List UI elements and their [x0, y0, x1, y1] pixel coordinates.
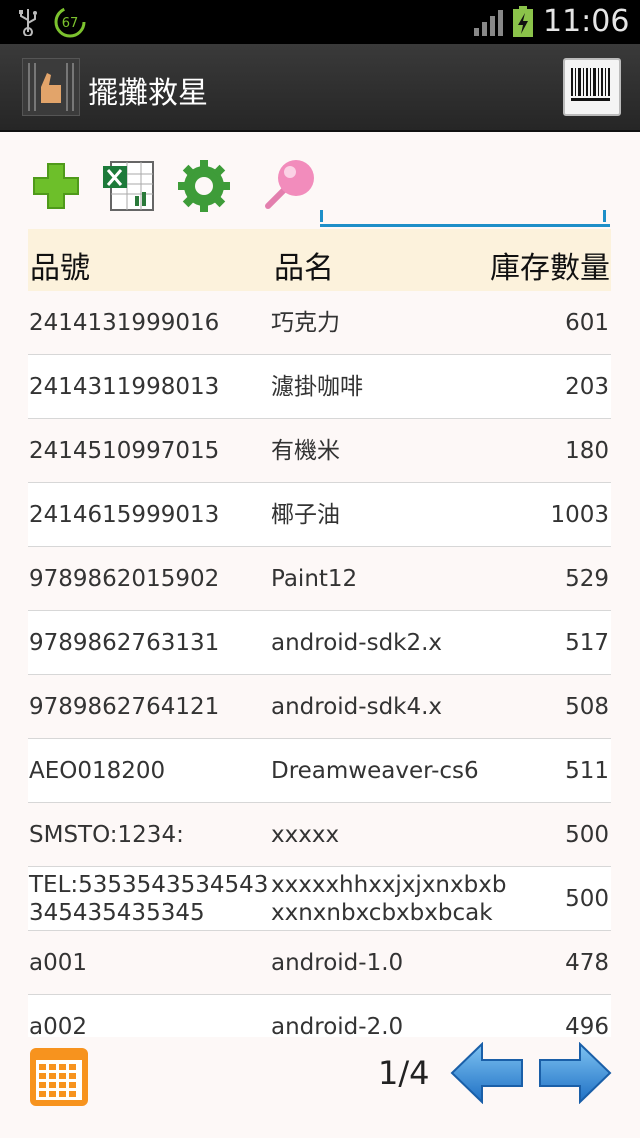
- cell-item-name: android-2.0: [271, 1014, 404, 1037]
- table-row[interactable]: 2414615999013 椰子油 1003: [28, 483, 611, 547]
- cell-item-id: a001: [29, 950, 87, 976]
- table-row[interactable]: TEL:5353543534543 345435435345 xxxxxhhxxj…: [28, 867, 611, 931]
- cell-item-quantity: 517: [565, 630, 609, 656]
- table-row[interactable]: 9789862764121 android-sdk4.x 508: [28, 675, 611, 739]
- search-input-edge-right: [603, 210, 606, 222]
- cell-item-quantity: 496: [565, 1014, 609, 1037]
- search-input-edge-left: [320, 210, 323, 222]
- table-row[interactable]: a001 android-1.0 478: [28, 931, 611, 995]
- search-input[interactable]: [320, 178, 610, 227]
- cell-item-quantity: 180: [565, 438, 609, 464]
- cell-item-name: Paint12: [271, 566, 358, 592]
- table-row[interactable]: AEO018200 Dreamweaver-cs6 511: [28, 739, 611, 803]
- cell-item-name: 濾掛咖啡: [271, 374, 363, 400]
- column-header-id: 品號: [30, 251, 90, 286]
- page-indicator: 1/4: [378, 1054, 430, 1092]
- table-header: 品號 品名 庫存數量: [28, 229, 611, 291]
- search-button[interactable]: [258, 158, 314, 214]
- cell-item-quantity: 529: [565, 566, 609, 592]
- barcode-scan-button[interactable]: [563, 58, 621, 116]
- cell-item-id: a002: [29, 1014, 87, 1037]
- excel-export-button[interactable]: [101, 158, 157, 214]
- table-row[interactable]: SMSTO:1234: xxxxx 500: [28, 803, 611, 867]
- calendar-icon: [30, 1048, 88, 1106]
- cell-item-name: 椰子油: [271, 502, 340, 528]
- cell-item-quantity: 1003: [550, 502, 609, 528]
- settings-button[interactable]: [176, 158, 232, 214]
- cell-item-name: xxxxxhhxxjxjxnxbxb xxnxnbxcbxbxbcak: [271, 872, 507, 926]
- cell-item-id: 2414510997015: [29, 438, 220, 464]
- arrow-right-icon: [539, 1041, 612, 1105]
- cell-item-id: AEO018200: [29, 758, 166, 784]
- cell-item-id: 2414311998013: [29, 374, 220, 400]
- cell-item-quantity: 203: [565, 374, 609, 400]
- cell-item-name: xxxxx: [271, 822, 340, 848]
- cell-item-id: 9789862015902: [29, 566, 220, 592]
- arrow-left-icon: [450, 1041, 523, 1105]
- usb-icon: [19, 9, 37, 36]
- table-row[interactable]: 2414131999016 巧克力 601: [28, 291, 611, 355]
- table-row[interactable]: 2414311998013 濾掛咖啡 203: [28, 355, 611, 419]
- cell-item-quantity: 500: [565, 822, 609, 848]
- cell-item-name: Dreamweaver-cs6: [271, 758, 479, 784]
- column-header-quantity: 庫存數量: [490, 251, 610, 286]
- excel-icon: [103, 161, 154, 211]
- barcode-icon: [571, 68, 610, 101]
- inventory-list[interactable]: 2414131999016 巧克力 601 2414311998013 濾掛咖啡 203 2…: [28, 291, 611, 1037]
- badge-count: 67: [62, 16, 79, 31]
- previous-page-button[interactable]: [450, 1041, 524, 1105]
- table-row[interactable]: 9789862015902 Paint12 529: [28, 547, 611, 611]
- app-icon: [22, 58, 80, 116]
- battery-charging-icon: [513, 6, 533, 37]
- cell-item-id: 2414131999016: [29, 310, 220, 336]
- cell-item-id: TEL:5353543534543 345435435345: [29, 872, 269, 926]
- cell-item-name: android-sdk4.x: [271, 694, 443, 720]
- cell-item-id: 9789862763131: [29, 630, 220, 656]
- table-row[interactable]: a002 android-2.0 496: [28, 995, 611, 1037]
- cell-item-quantity: 478: [565, 950, 609, 976]
- cell-item-name: android-1.0: [271, 950, 404, 976]
- calendar-button[interactable]: [28, 1046, 90, 1108]
- column-header-name: 品名: [274, 251, 334, 286]
- cell-item-id: 2414615999013: [29, 502, 220, 528]
- cell-item-quantity: 601: [565, 310, 609, 336]
- next-page-button[interactable]: [538, 1041, 612, 1105]
- cell-item-id: 9789862764121: [29, 694, 220, 720]
- plus-icon: [33, 163, 79, 209]
- cell-item-name: 有機米: [271, 438, 340, 464]
- app-title: 擺攤救星: [88, 76, 208, 111]
- cell-item-quantity: 508: [565, 694, 609, 720]
- cell-item-name: android-sdk2.x: [271, 630, 443, 656]
- signal-icon: [474, 10, 503, 36]
- table-row[interactable]: 9789862763131 android-sdk2.x 517: [28, 611, 611, 675]
- magnifier-icon: [265, 160, 314, 209]
- cell-item-id: SMSTO:1234:: [29, 822, 184, 848]
- add-button[interactable]: [28, 158, 84, 214]
- cell-item-name: 巧克力: [271, 310, 340, 336]
- clock: 11:06: [543, 4, 630, 39]
- status-bar: 67 11:06: [0, 0, 640, 44]
- table-row[interactable]: 2414510997015 有機米 180: [28, 419, 611, 483]
- notification-badge-icon: 67: [54, 6, 86, 38]
- cell-item-quantity: 511: [565, 758, 609, 784]
- gear-icon: [178, 160, 230, 212]
- cell-item-quantity: 500: [565, 886, 609, 912]
